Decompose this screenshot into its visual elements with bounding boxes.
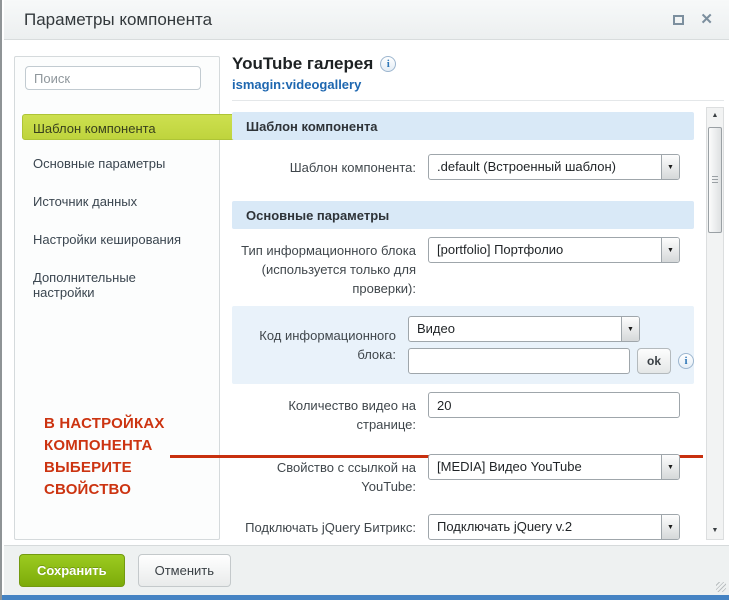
search-input[interactable] [25, 66, 201, 90]
jquery-select-value: Подключать jQuery v.2 [437, 519, 572, 534]
youtube-prop-select-value: [MEDIA] Видео YouTube [437, 459, 582, 474]
sidebar-item-additional[interactable]: Дополнительные настройки [22, 263, 212, 307]
save-button[interactable]: Сохранить [19, 554, 125, 587]
scroll-up-icon[interactable]: ▲ [707, 109, 723, 123]
sidebar-menu: Шаблон компонента Основные параметры Ист… [15, 114, 219, 307]
chevron-down-icon[interactable]: ▼ [661, 515, 679, 539]
iblock-code-input[interactable] [408, 348, 630, 374]
field-label: Количество видео на странице: [232, 392, 426, 434]
annotation-line-3: ВЫБЕРИТЕ [44, 457, 165, 479]
iblock-type-select-value: [portfolio] Портфолио [437, 242, 563, 257]
template-select-value: .default (Встроенный шаблон) [437, 159, 616, 174]
field-row-iblock-type: Тип информационного блока (используется … [232, 229, 694, 306]
info-icon[interactable]: i [380, 56, 396, 72]
component-code: ismagin:videogallery [232, 77, 694, 92]
annotation-line-2: КОМПОНЕНТА [44, 435, 165, 457]
jquery-select[interactable]: Подключать jQuery v.2 ▼ [428, 514, 680, 540]
field-row-youtube-prop: Свойство с ссылкой на YouTube: [MEDIA] В… [232, 448, 694, 502]
window-controls: ✕ [673, 12, 713, 27]
annotation-line-4: СВОЙСТВО [44, 479, 165, 501]
iblock-code-select-value: Видео [417, 321, 455, 336]
field-label: Тип информационного блока (используется … [232, 237, 426, 298]
scrollbar-thumb[interactable] [708, 127, 722, 233]
section-header-template: Шаблон компонента [232, 112, 694, 140]
dialog-footer: Сохранить Отменить [4, 545, 729, 595]
field-label: Подключать jQuery Битрикс: [232, 514, 426, 540]
template-select[interactable]: .default (Встроенный шаблон) ▼ [428, 154, 680, 180]
sidebar-item-data-source[interactable]: Источник данных [22, 187, 212, 216]
form-area: Шаблон компонента Шаблон компонента: .de… [232, 105, 694, 545]
chevron-down-icon[interactable]: ▼ [661, 455, 679, 479]
scrollbar-grip [712, 176, 718, 184]
section-header-main-params: Основные параметры [232, 201, 694, 229]
chevron-down-icon[interactable]: ▼ [621, 317, 639, 341]
header-separator [232, 100, 724, 101]
sidebar-item-main-params[interactable]: Основные параметры [22, 149, 212, 178]
field-label: Свойство с ссылкой на YouTube: [232, 454, 426, 496]
component-title-text: YouTube галерея [232, 54, 373, 74]
maximize-icon[interactable] [673, 15, 684, 25]
annotation-text: В НАСТРОЙКАХ КОМПОНЕНТА ВЫБЕРИТЕ СВОЙСТВ… [44, 413, 165, 501]
field-label: Код информационного блока: [232, 326, 406, 364]
page-background-strip [2, 595, 729, 600]
field-row-per-page: Количество видео на странице: [232, 384, 694, 448]
component-parameters-dialog: Параметры компонента ✕ Шаблон компонента… [0, 0, 729, 600]
info-icon[interactable]: i [678, 353, 694, 369]
annotation-line-1: В НАСТРОЙКАХ [44, 413, 165, 435]
dialog-titlebar: Параметры компонента ✕ [4, 0, 729, 40]
field-row-iblock-code: Код информационного блока: Видео ▼ ok i [232, 306, 694, 384]
field-label: Шаблон компонента: [232, 154, 426, 180]
chevron-down-icon[interactable]: ▼ [661, 238, 679, 262]
ok-button[interactable]: ok [637, 348, 671, 374]
field-row-jquery: Подключать jQuery Битрикс: Подключать jQ… [232, 502, 694, 545]
field-row-template: Шаблон компонента: .default (Встроенный … [232, 140, 694, 194]
dialog-title: Параметры компонента [24, 10, 212, 30]
resize-handle[interactable] [716, 582, 726, 592]
component-header: YouTube галерея i ismagin:videogallery [232, 54, 694, 92]
iblock-type-select[interactable]: [portfolio] Портфолио ▼ [428, 237, 680, 263]
scroll-down-icon[interactable]: ▼ [707, 524, 723, 538]
sidebar-item-caching[interactable]: Настройки кеширования [22, 225, 212, 254]
search-box [25, 66, 209, 90]
close-icon[interactable]: ✕ [700, 12, 713, 27]
chevron-down-icon[interactable]: ▼ [661, 155, 679, 179]
cancel-button[interactable]: Отменить [138, 554, 231, 587]
youtube-prop-select[interactable]: [MEDIA] Видео YouTube ▼ [428, 454, 680, 480]
component-title: YouTube галерея i [232, 54, 694, 74]
scrollbar[interactable]: ▲ ▼ [706, 107, 724, 540]
iblock-code-select[interactable]: Видео ▼ [408, 316, 640, 342]
per-page-input[interactable] [428, 392, 680, 418]
